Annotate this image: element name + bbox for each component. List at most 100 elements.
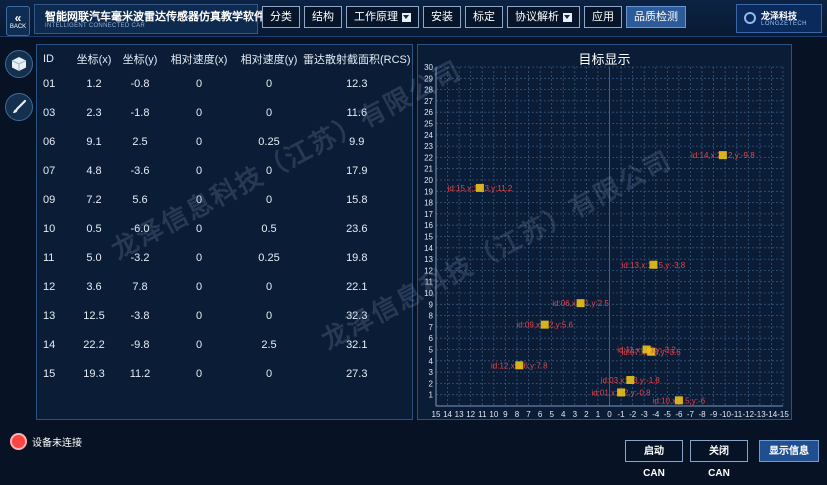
table-row: 06 9.1 2.5 0 0.25 9.9 <box>41 127 411 156</box>
brush-tool-button[interactable] <box>5 93 33 121</box>
x-tick-label: -2 <box>629 410 637 419</box>
y-tick-label: 25 <box>424 120 433 129</box>
cell-vy: 0 <box>265 367 273 380</box>
cell-id: 11 <box>43 251 55 264</box>
y-tick-label: 26 <box>424 108 433 117</box>
brand-name-en: LONGZETECH <box>761 21 808 27</box>
cell-vx: 0 <box>195 164 203 177</box>
cell-x: 9.1 <box>86 135 102 148</box>
nav-label: 分类 <box>270 11 292 23</box>
cell-x: 2.3 <box>86 106 102 119</box>
cell-vy: 0 <box>265 309 273 322</box>
y-tick-label: 3 <box>429 368 434 377</box>
table-header-row: ID 坐标(x) 坐标(y) 相对速度(x) 相对速度(y) 雷达散射截面积(R… <box>41 49 411 69</box>
cell-vx: 0 <box>195 193 203 206</box>
back-label: BACK <box>9 23 27 30</box>
y-tick-label: 2 <box>429 379 434 388</box>
table-row: 13 12.5 -3.8 0 0 32.3 <box>41 301 411 330</box>
y-tick-label: 8 <box>429 312 434 321</box>
y-tick-label: 17 <box>424 210 433 219</box>
stop-can-button[interactable]: 关闭CAN <box>690 440 748 479</box>
table-row: 09 7.2 5.6 0 0 15.8 <box>41 185 411 214</box>
back-button[interactable]: « BACK <box>6 6 30 36</box>
cell-rcs: 11.6 <box>346 106 368 119</box>
nav-item-application[interactable]: 应用 <box>584 6 622 28</box>
top-bar: « BACK 智能网联汽车毫米波雷达传感器仿真教学软件 INTELLIGENT … <box>0 0 827 37</box>
cell-vx: 0 <box>195 135 203 148</box>
start-can-button[interactable]: 启动CAN <box>625 440 683 479</box>
cell-rcs: 32.1 <box>346 338 368 351</box>
y-tick-label: 23 <box>424 142 433 151</box>
cell-y: -0.8 <box>130 77 150 90</box>
nav-item-quality-check[interactable]: 品质检测 <box>626 6 686 28</box>
y-tick-label: 13 <box>424 255 433 264</box>
nav-item-structure[interactable]: 结构 <box>304 6 342 28</box>
cell-id: 15 <box>43 367 56 380</box>
y-tick-label: 24 <box>424 131 433 140</box>
cell-y: -1.8 <box>130 106 150 119</box>
y-tick-label: 14 <box>424 244 433 253</box>
x-tick-label: 3 <box>573 410 578 419</box>
col-header-rcs: 雷达散射截面积(RCS) <box>303 54 411 66</box>
col-header-id: ID <box>43 53 54 65</box>
x-tick-label: -11 <box>731 410 743 419</box>
target-display-panel: 目标显示 15 14 13 12 11 10 9 8 7 6 5 4 3 2 1 0 -1 -2 -3 -4 -5 -6-… <box>417 44 792 420</box>
cube-tool-button[interactable] <box>5 50 33 78</box>
target-plot: 15 14 13 12 11 10 9 8 7 6 5 4 3 2 1 0 -1 -2 -3 -4 -5 -6 -7 -8 -9… <box>424 63 789 419</box>
cell-id: 12 <box>43 280 56 293</box>
cell-x: 7.2 <box>86 193 102 206</box>
col-header-vy: 相对速度(y) <box>240 54 298 66</box>
targets-table: ID 坐标(x) 坐标(y) 相对速度(x) 相对速度(y) 雷达散射截面积(R… <box>41 49 411 388</box>
connection-status: 设备未连接 <box>10 433 82 450</box>
y-tick-label: 7 <box>429 323 434 332</box>
status-text: 设备未连接 <box>32 438 82 449</box>
cell-vy: 2.5 <box>261 338 277 351</box>
cell-id: 06 <box>43 135 56 148</box>
cube-icon <box>11 57 27 71</box>
cell-vy: 0.25 <box>258 251 280 264</box>
x-tick-label: -13 <box>754 410 766 419</box>
cell-y: 5.6 <box>132 193 148 206</box>
x-tick-label: 15 <box>432 410 441 419</box>
y-tick-label: 19 <box>424 187 433 196</box>
nav-item-installation[interactable]: 安装 <box>423 6 461 28</box>
nav-item-calibration[interactable]: 标定 <box>465 6 503 28</box>
status-indicator-icon <box>10 433 27 450</box>
x-tick-label: -5 <box>664 410 672 419</box>
x-tick-label: -7 <box>687 410 695 419</box>
y-tick-label: 12 <box>424 266 433 275</box>
double-chevron-left-icon: « <box>14 10 22 25</box>
nav-label: 标定 <box>473 11 495 23</box>
cell-vx: 0 <box>195 77 203 90</box>
x-tick-label: -1 <box>618 410 626 419</box>
cell-x: 19.3 <box>83 367 105 380</box>
x-tick-label: -8 <box>698 410 706 419</box>
cell-rcs: 22.1 <box>346 280 368 293</box>
x-tick-label: 5 <box>549 410 554 419</box>
cell-vx: 0 <box>195 367 203 380</box>
nav-item-protocol[interactable]: 协议解析 <box>507 6 580 28</box>
x-tick-label: -3 <box>641 410 649 419</box>
cell-id: 01 <box>43 77 56 90</box>
cell-vy: 0 <box>265 280 273 293</box>
nav-item-classification[interactable]: 分类 <box>262 6 300 28</box>
col-header-y: 坐标(y) <box>122 54 158 66</box>
cell-x: 5.0 <box>86 251 102 264</box>
cell-vy: 0.5 <box>261 222 277 235</box>
x-tick-label: 14 <box>443 410 452 419</box>
nav-item-principle[interactable]: 工作原理 <box>346 6 419 28</box>
y-tick-label: 9 <box>429 300 434 309</box>
target-marker <box>649 260 658 269</box>
table-row: 15 19.3 11.2 0 0 27.3 <box>41 359 411 388</box>
cell-vx: 0 <box>195 222 203 235</box>
y-tick-label: 18 <box>424 199 433 208</box>
cell-y: -9.8 <box>130 338 150 351</box>
cell-vy: 0 <box>265 106 273 119</box>
show-info-button[interactable]: 显示信息 <box>759 440 819 462</box>
cell-rcs: 15.8 <box>346 193 368 206</box>
table-row: 10 0.5 -6.0 0 0.5 23.6 <box>41 214 411 243</box>
app-title: 智能网联汽车毫米波雷达传感器仿真教学软件 <box>45 11 265 23</box>
cell-vy: 0.25 <box>258 135 280 148</box>
y-tick-label: 16 <box>424 221 433 230</box>
nav-label: 安装 <box>431 11 453 23</box>
